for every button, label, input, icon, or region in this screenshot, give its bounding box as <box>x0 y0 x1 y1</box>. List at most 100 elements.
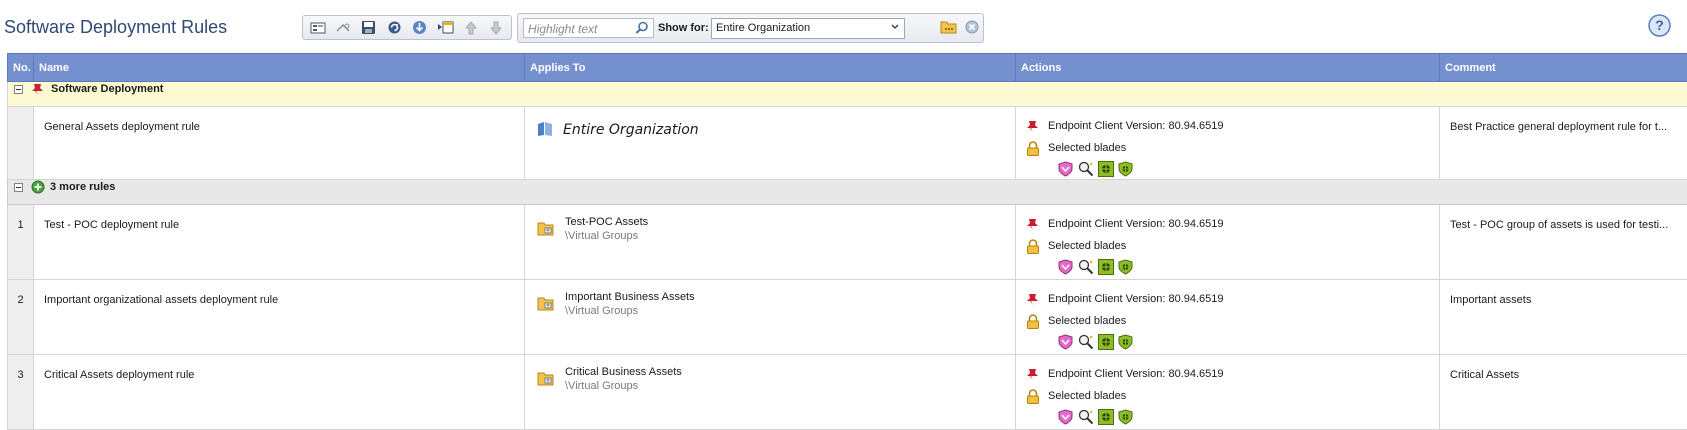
col-header-no[interactable]: No. <box>8 54 34 82</box>
rule-name[interactable]: Test - POC deployment rule <box>34 205 525 280</box>
virtual-group-folder-icon <box>537 294 555 312</box>
refresh-button[interactable] <box>384 18 406 38</box>
forensics-blade-icon <box>1077 408 1094 425</box>
table-row[interactable]: 3 Critical Assets deployment rule Critic… <box>8 355 1687 430</box>
save-button[interactable] <box>358 18 380 38</box>
col-header-applies-to[interactable]: Applies To <box>525 54 1016 82</box>
lock-icon <box>1026 314 1048 329</box>
move-down-button[interactable] <box>486 18 508 38</box>
col-header-comment[interactable]: Comment <box>1440 54 1687 82</box>
show-for-select[interactable]: Entire Organization <box>711 18 905 39</box>
rule-number: 2 <box>8 280 34 355</box>
col-header-name[interactable]: Name <box>34 54 525 82</box>
disable-icon <box>335 21 351 35</box>
anti-malware-blade-icon <box>1097 258 1114 275</box>
rule-number <box>8 107 34 180</box>
rule-comment[interactable]: Test - POC group of assets is used for t… <box>1440 205 1687 280</box>
rule-name[interactable]: Critical Assets deployment rule <box>34 355 525 430</box>
move-up-button[interactable] <box>460 18 482 38</box>
arrow-up-icon <box>465 21 477 35</box>
collapse-toggle[interactable] <box>14 85 23 94</box>
action-version: Endpoint Client Version: 80.94.6519 <box>1048 120 1224 132</box>
anti-malware-blade-icon <box>1097 333 1114 350</box>
collapse-toggle[interactable] <box>14 183 23 192</box>
new-rule-icon <box>310 21 326 35</box>
rule-number: 3 <box>8 355 34 430</box>
table-row[interactable]: 1 Test - POC deployment rule Test-POC As… <box>8 205 1687 280</box>
search-icon[interactable] <box>635 21 649 35</box>
rule-actions[interactable]: Endpoint Client Version: 80.94.6519 Sele… <box>1016 107 1440 180</box>
threat-prevention-blade-icon <box>1057 258 1074 275</box>
rule-number: 1 <box>8 205 34 280</box>
rule-applies-to[interactable]: Important Business Assets \Virtual Group… <box>525 280 1016 355</box>
rule-name[interactable]: Important organizational assets deployme… <box>34 280 525 355</box>
save-icon <box>361 20 376 35</box>
threat-prevention-blade-icon <box>1057 160 1074 177</box>
anti-malware-blade-icon <box>1097 408 1114 425</box>
table-row[interactable]: 2 Important organizational assets deploy… <box>8 280 1687 355</box>
forensics-blade-icon <box>1077 258 1094 275</box>
group-path: \Virtual Groups <box>565 305 695 317</box>
add-circle-icon <box>31 180 45 194</box>
rule-actions[interactable]: Endpoint Client Version: 80.94.6519 Sele… <box>1016 280 1440 355</box>
arrow-down-icon <box>490 21 502 35</box>
group-path: \Virtual Groups <box>565 230 648 242</box>
browse-folder-icon[interactable] <box>940 19 958 35</box>
rule-name[interactable]: General Assets deployment rule <box>34 107 525 180</box>
rules-table: No. Name Applies To Actions Comment Soft… <box>7 53 1687 430</box>
action-blades: Selected blades <box>1048 315 1126 327</box>
show-for-value: Entire Organization <box>716 22 810 34</box>
applies-to-label: Entire Organization <box>563 122 699 138</box>
chevron-down-icon <box>891 24 899 30</box>
forensics-blade-icon <box>1077 160 1094 177</box>
rule-applies-to[interactable]: Critical Business Assets \Virtual Groups <box>525 355 1016 430</box>
action-version: Endpoint Client Version: 80.94.6519 <box>1048 218 1224 230</box>
help-icon[interactable]: ? <box>1648 14 1671 37</box>
rule-applies-to[interactable]: Entire Organization <box>525 107 1016 180</box>
show-for-label: Show for: <box>658 22 709 34</box>
virtual-group-folder-icon <box>537 369 555 387</box>
rule-comment[interactable]: Critical Assets <box>1440 355 1687 430</box>
lock-icon <box>1026 389 1048 404</box>
section-row-more-rules[interactable]: 3 more rules <box>8 180 1687 205</box>
install-icon <box>412 20 427 35</box>
threat-prevention-blade-icon <box>1057 333 1074 350</box>
add-section-icon <box>437 20 454 35</box>
group-name: Critical Business Assets <box>565 366 682 378</box>
pin-icon <box>1026 367 1048 381</box>
action-version: Endpoint Client Version: 80.94.6519 <box>1048 368 1224 380</box>
col-header-actions[interactable]: Actions <box>1016 54 1440 82</box>
new-rule-button[interactable] <box>307 18 329 38</box>
lock-icon <box>1026 141 1048 156</box>
compliance-blade-icon <box>1117 333 1134 350</box>
rule-applies-to[interactable]: Test-POC Assets \Virtual Groups <box>525 205 1016 280</box>
disable-button[interactable] <box>333 18 355 38</box>
table-row[interactable]: General Assets deployment rule Entire Or… <box>8 107 1687 180</box>
anti-malware-blade-icon <box>1097 160 1114 177</box>
rule-comment[interactable]: Important assets <box>1440 280 1687 355</box>
compliance-blade-icon <box>1117 408 1134 425</box>
refresh-icon <box>387 20 402 35</box>
table-header: No. Name Applies To Actions Comment <box>8 54 1687 82</box>
section-row-software-deployment[interactable]: Software Deployment <box>8 82 1687 107</box>
svg-text:?: ? <box>1655 17 1664 33</box>
pin-icon <box>1026 119 1048 133</box>
forensics-blade-icon <box>1077 333 1094 350</box>
compliance-blade-icon <box>1117 160 1134 177</box>
pin-icon <box>31 82 45 96</box>
rule-actions[interactable]: Endpoint Client Version: 80.94.6519 Sele… <box>1016 355 1440 430</box>
install-button[interactable] <box>409 18 431 38</box>
page-title: Software Deployment Rules <box>4 17 227 38</box>
add-section-button[interactable] <box>435 18 457 38</box>
action-blades: Selected blades <box>1048 390 1126 402</box>
pin-icon <box>1026 292 1048 306</box>
action-blades: Selected blades <box>1048 240 1126 252</box>
rule-actions[interactable]: Endpoint Client Version: 80.94.6519 Sele… <box>1016 205 1440 280</box>
threat-prevention-blade-icon <box>1057 408 1074 425</box>
clear-icon[interactable] <box>965 20 979 34</box>
group-name: Important Business Assets <box>565 291 695 303</box>
rule-comment[interactable]: Best Practice general deployment rule fo… <box>1440 107 1687 180</box>
compliance-blade-icon <box>1117 258 1134 275</box>
virtual-group-folder-icon <box>537 219 555 237</box>
action-blades: Selected blades <box>1048 142 1126 154</box>
